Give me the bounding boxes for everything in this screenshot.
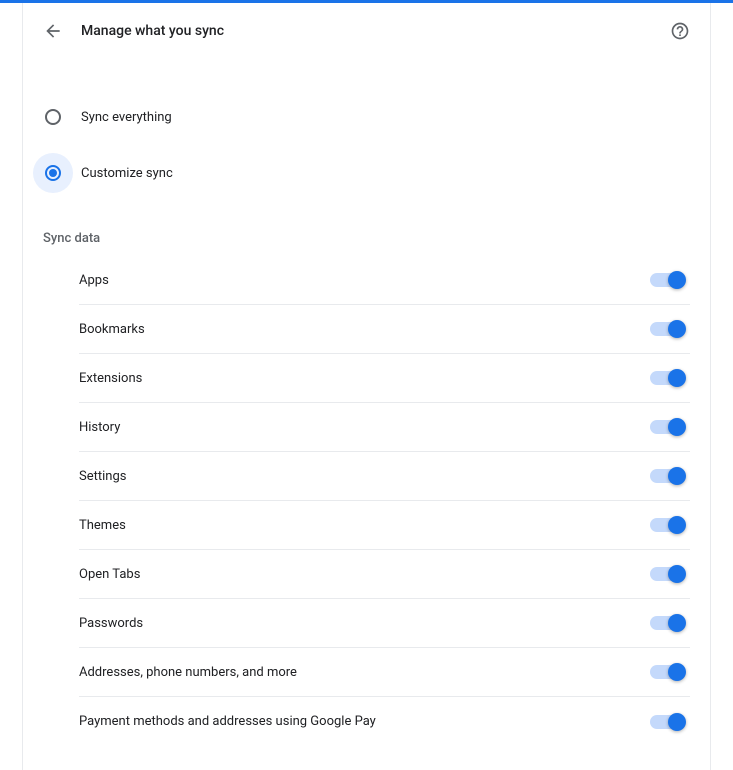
toggle-apps[interactable]	[650, 273, 684, 287]
radio-customize-sync[interactable]: Customize sync	[43, 145, 690, 201]
toggle-label-settings: Settings	[79, 469, 650, 484]
help-icon	[670, 21, 690, 41]
toggle-label-bookmarks: Bookmarks	[79, 322, 650, 337]
toggle-label-apps: Apps	[79, 273, 650, 288]
settings-panel: Manage what you sync Sync everything Cus…	[22, 3, 711, 770]
radio-label: Customize sync	[81, 166, 173, 181]
toggle-label-themes: Themes	[79, 518, 650, 533]
radio-label: Sync everything	[81, 110, 172, 125]
radio-indicator	[33, 153, 73, 193]
page-title: Manage what you sync	[81, 23, 224, 39]
page-header: Manage what you sync	[43, 3, 690, 59]
sync-data-list: Apps Bookmarks Extensions History Settin…	[43, 256, 690, 746]
toggle-label-open-tabs: Open Tabs	[79, 567, 650, 582]
sync-data-heading: Sync data	[43, 215, 690, 256]
radio-sync-everything[interactable]: Sync everything	[43, 89, 690, 145]
toggle-themes[interactable]	[650, 518, 684, 532]
toggle-settings[interactable]	[650, 469, 684, 483]
list-item: Open Tabs	[79, 550, 690, 599]
toggle-label-history: History	[79, 420, 650, 435]
list-item: Themes	[79, 501, 690, 550]
list-item: History	[79, 403, 690, 452]
list-item: Apps	[79, 256, 690, 305]
list-item: Addresses, phone numbers, and more	[79, 648, 690, 697]
sync-mode-radio-group: Sync everything Customize sync	[43, 59, 690, 215]
toggle-label-extensions: Extensions	[79, 371, 650, 386]
radio-indicator	[33, 97, 73, 137]
list-item: Extensions	[79, 354, 690, 403]
back-button[interactable]	[43, 21, 63, 41]
list-item: Payment methods and addresses using Goog…	[79, 697, 690, 746]
toggle-label-passwords: Passwords	[79, 616, 650, 631]
list-item: Bookmarks	[79, 305, 690, 354]
toggle-payment[interactable]	[650, 715, 684, 729]
help-button[interactable]	[670, 21, 690, 41]
list-item: Settings	[79, 452, 690, 501]
toggle-label-addresses: Addresses, phone numbers, and more	[79, 665, 650, 680]
toggle-label-payment: Payment methods and addresses using Goog…	[79, 714, 650, 729]
list-item: Passwords	[79, 599, 690, 648]
toggle-history[interactable]	[650, 420, 684, 434]
toggle-addresses[interactable]	[650, 665, 684, 679]
arrow-left-icon	[43, 21, 63, 41]
toggle-open-tabs[interactable]	[650, 567, 684, 581]
toggle-bookmarks[interactable]	[650, 322, 684, 336]
toggle-extensions[interactable]	[650, 371, 684, 385]
toggle-passwords[interactable]	[650, 616, 684, 630]
